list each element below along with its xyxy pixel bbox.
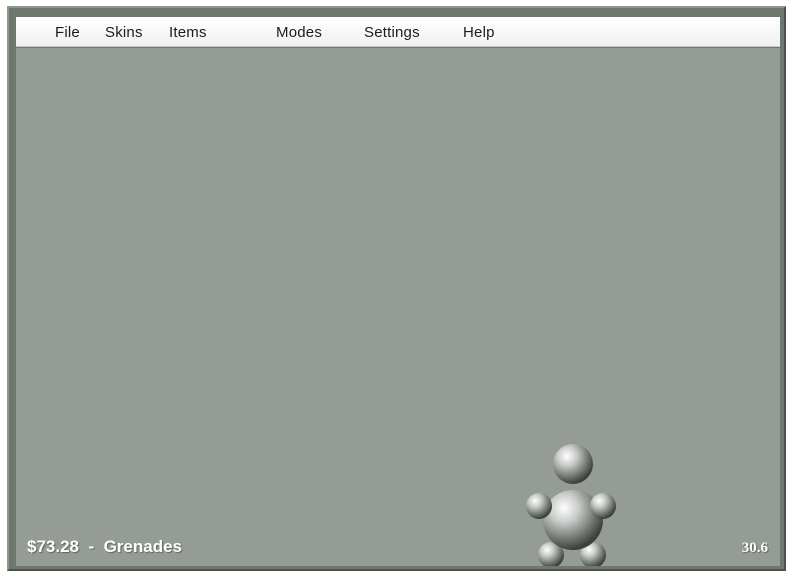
- menu-settings[interactable]: Settings: [364, 24, 420, 41]
- left-arm: [526, 493, 552, 519]
- hud-money-weapon: $73.28 - Grenades: [27, 537, 182, 557]
- menu-file[interactable]: File: [55, 24, 80, 41]
- fps-counter: 30.6: [741, 540, 768, 556]
- hud-separator: -: [88, 537, 95, 556]
- money-value: $73.28: [27, 537, 79, 556]
- game-playfield[interactable]: $73.28 - Grenades 30.6: [16, 48, 780, 566]
- ball-figure-icon[interactable]: [521, 440, 631, 566]
- right-arm: [590, 493, 616, 519]
- menu-help[interactable]: Help: [463, 24, 495, 41]
- menu-items[interactable]: Items: [169, 24, 207, 41]
- menu-skins[interactable]: Skins: [105, 24, 143, 41]
- weapon-name: Grenades: [103, 537, 183, 556]
- menu-modes[interactable]: Modes: [276, 24, 322, 41]
- menu-bar: File Skins Items Modes Settings Help: [16, 17, 780, 47]
- head: [553, 444, 593, 484]
